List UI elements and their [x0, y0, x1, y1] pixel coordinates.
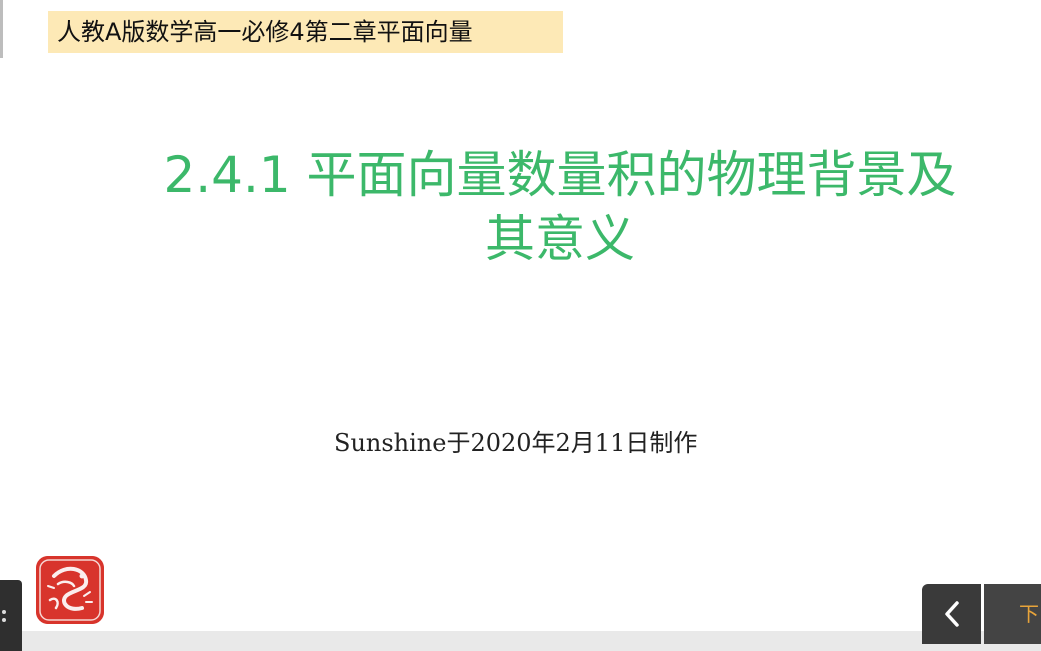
next-slide-label: 下 [1019, 602, 1039, 626]
bottom-bar [0, 631, 1041, 651]
previous-slide-button[interactable] [922, 584, 981, 644]
slide-title: 2.4.1 平面向量数量积的物理背景及 其意义 [80, 143, 1040, 271]
dragon-seal-icon [36, 556, 104, 624]
side-menu-handle[interactable] [0, 580, 22, 651]
author-credit: Sunshine于2020年2月11日制作 [334, 429, 698, 457]
slide-navigation: 下 [922, 584, 1041, 644]
next-slide-button[interactable]: 下 [984, 584, 1041, 644]
left-edge-divider [0, 0, 3, 58]
slide-title-line-2: 其意义 [485, 210, 635, 268]
slide-canvas: 人教A版数学高一必修4第二章平面向量 2.4.1 平面向量数量积的物理背景及 其… [0, 0, 1041, 651]
more-dots-icon [2, 610, 6, 622]
dragon-seal-logo [36, 556, 104, 624]
course-tag-text: 人教A版数学高一必修4第二章平面向量 [57, 18, 473, 46]
chevron-left-icon [944, 601, 959, 627]
slide-title-line-1: 2.4.1 平面向量数量积的物理背景及 [163, 146, 957, 204]
course-tag: 人教A版数学高一必修4第二章平面向量 [48, 11, 563, 53]
